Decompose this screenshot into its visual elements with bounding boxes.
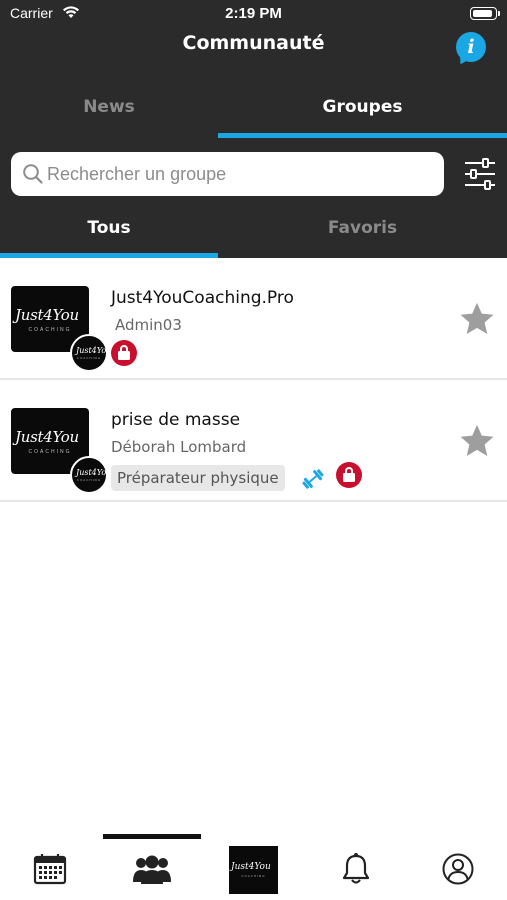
status-bar: Carrier 2:19 PM — [0, 0, 507, 28]
community-icon[interactable] — [132, 853, 172, 885]
logo-subtext: COACHING — [28, 327, 72, 333]
profile-icon[interactable] — [442, 853, 474, 885]
sub-tabs: Tous Favoris — [0, 208, 507, 258]
group-badge-avatar: Just4You COACHING — [70, 456, 112, 494]
filter-icon[interactable] — [462, 154, 498, 194]
tab-tous[interactable]: Tous — [0, 208, 218, 254]
lock-icon — [111, 340, 137, 366]
group-name: prise de masse — [111, 410, 241, 430]
search-input[interactable] — [47, 159, 437, 189]
badge-logo-subtext: COACHING — [76, 356, 102, 360]
tab-bar-indicator — [103, 834, 201, 839]
group-list: Just4You COACHING Just4You COACHING Just… — [0, 258, 507, 502]
star-icon[interactable] — [458, 300, 496, 338]
search-icon — [23, 164, 43, 184]
star-icon[interactable] — [458, 422, 496, 460]
lock-icon — [336, 462, 362, 488]
badge-logo-subtext: COACHING — [76, 478, 102, 482]
info-icon[interactable]: i — [456, 32, 486, 62]
page-title: Communauté — [182, 32, 325, 54]
group-admin: Admin03 — [115, 316, 182, 334]
tab-logo-subtext: COACHING — [241, 874, 266, 878]
group-name: Just4YouCoaching.Pro — [111, 288, 294, 308]
tab-news[interactable]: News — [0, 84, 218, 134]
group-admin: Déborah Lombard — [111, 438, 247, 456]
bottom-tab-bar: Just4You COACHING — [0, 834, 507, 900]
group-row[interactable]: Just4You COACHING Just4You COACHING Just… — [0, 258, 507, 380]
dumbbell-icon — [302, 469, 324, 489]
top-tabs: News Groupes — [0, 84, 507, 138]
tab-indicator — [218, 133, 507, 138]
group-badge-avatar: Just4You COACHING — [70, 334, 112, 372]
clock: 2:19 PM — [225, 5, 282, 22]
badge-logo-text: Just4You — [76, 346, 112, 355]
home-logo-button[interactable]: Just4You COACHING — [229, 846, 278, 894]
logo-text: Just4You — [15, 306, 79, 324]
group-row[interactable]: Just4You COACHING Just4You COACHING pris… — [0, 380, 507, 502]
tab-logo-text: Just4You — [231, 862, 271, 872]
logo-text: Just4You — [15, 428, 79, 446]
category-tag: Préparateur physique — [111, 465, 285, 491]
bell-icon[interactable] — [342, 852, 370, 886]
calendar-icon[interactable] — [33, 853, 67, 885]
search-bar — [11, 152, 444, 196]
tab-favoris[interactable]: Favoris — [218, 208, 507, 254]
tab-groupes[interactable]: Groupes — [218, 84, 507, 134]
battery-icon — [470, 7, 500, 20]
logo-subtext: COACHING — [28, 449, 72, 455]
badge-logo-text: Just4You — [76, 468, 112, 477]
